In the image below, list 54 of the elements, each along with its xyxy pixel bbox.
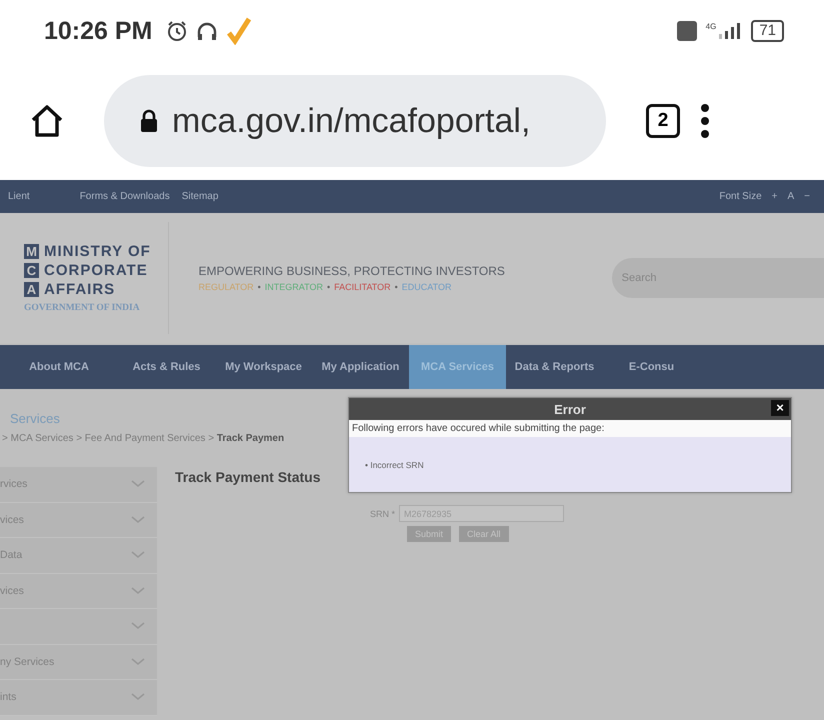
nav-tab[interactable]: About MCA bbox=[0, 345, 118, 389]
logo-letter: C bbox=[24, 263, 39, 278]
nav-tab[interactable]: Data & Reports bbox=[506, 345, 603, 389]
top-link[interactable]: Sitemap bbox=[182, 191, 218, 202]
nav-tab[interactable]: My Workspace bbox=[215, 345, 312, 389]
logo-subtitle: GOVERNMENT OF INDIA bbox=[24, 303, 141, 313]
dialog-title: Error bbox=[554, 402, 586, 416]
logo-letter: M bbox=[24, 244, 39, 259]
headphones-icon bbox=[196, 20, 218, 42]
url-text: mca.gov.in/mcafoportal, bbox=[172, 102, 530, 140]
tab-count-button[interactable]: 2 bbox=[646, 104, 680, 138]
form-title: Track Payment Status bbox=[175, 469, 322, 485]
home-icon bbox=[30, 104, 64, 138]
check-mark-icon bbox=[226, 17, 252, 45]
font-size-button[interactable]: − bbox=[804, 191, 810, 202]
battery-indicator: 71 bbox=[751, 20, 784, 42]
logo-text: AFFAIRS bbox=[44, 281, 116, 298]
chevron-down-icon bbox=[131, 693, 145, 702]
chevron-down-icon bbox=[131, 622, 145, 630]
top-link[interactable]: Lient bbox=[8, 191, 30, 202]
separator-dot: • bbox=[394, 282, 398, 292]
role-label: REGULATOR bbox=[198, 282, 254, 292]
top-link[interactable]: Forms & Downloads bbox=[80, 191, 170, 202]
font-size-button[interactable]: + bbox=[772, 191, 778, 202]
role-label: INTEGRATOR bbox=[264, 282, 323, 292]
font-size-button[interactable]: A bbox=[787, 191, 794, 202]
nav-tab[interactable]: My Application bbox=[312, 345, 409, 389]
nav-tab[interactable]: E-Consu bbox=[603, 345, 700, 389]
logo-text: MINISTRY OF bbox=[44, 243, 151, 260]
error-item: • Incorrect SRN bbox=[365, 460, 425, 470]
role-label: FACILITATOR bbox=[334, 282, 391, 292]
close-button[interactable]: × bbox=[771, 400, 789, 416]
chevron-down-icon bbox=[131, 551, 145, 560]
breadcrumb-current: Track Paymen bbox=[216, 433, 284, 444]
error-message: Following errors have occured while submitting the page: bbox=[349, 420, 791, 437]
chevron-down-icon bbox=[131, 516, 145, 524]
logo-text: CORPORATE bbox=[44, 262, 148, 279]
nav-tab[interactable]: Acts & Rules bbox=[118, 345, 215, 389]
chevron-down-icon bbox=[131, 586, 145, 595]
breadcrumb-link[interactable]: > MCA Services > Fee And Payment Services > bbox=[2, 433, 217, 444]
separator-dot: • bbox=[326, 282, 330, 292]
chevron-down-icon bbox=[131, 658, 145, 666]
alarm-clock-icon bbox=[166, 20, 188, 42]
logo-letter: A bbox=[24, 282, 39, 297]
address-bar[interactable]: mca.gov.in/mcafoportal, bbox=[104, 75, 606, 167]
role-label: EDUCATOR bbox=[402, 282, 452, 292]
font-size-label: Font Size bbox=[719, 191, 762, 202]
separator-dot: • bbox=[258, 282, 261, 292]
network-type: 4G bbox=[706, 22, 716, 31]
menu-icon bbox=[700, 103, 710, 139]
status-time: 10:26 PM bbox=[44, 16, 152, 46]
chevron-down-icon bbox=[131, 480, 145, 488]
lock-icon bbox=[140, 109, 158, 133]
tagline: EMPOWERING BUSINESS, PROTECTING INVESTORS bbox=[198, 264, 506, 278]
